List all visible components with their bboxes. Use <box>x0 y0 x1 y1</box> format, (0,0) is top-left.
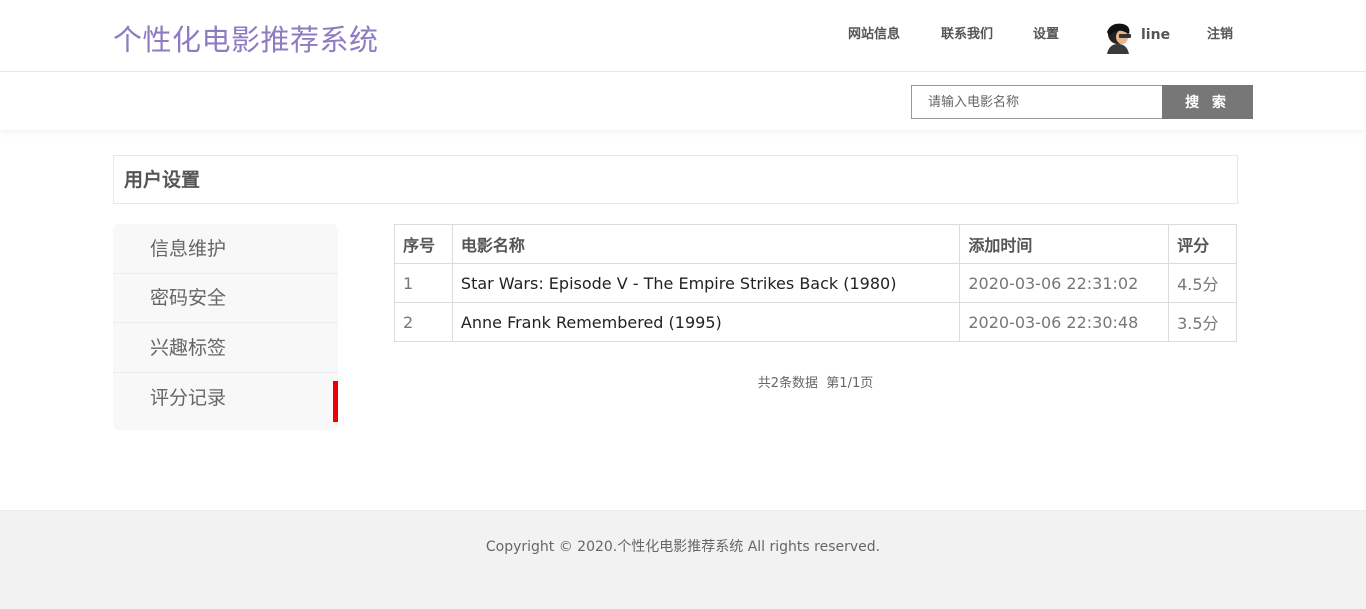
col-header-index: 序号 <box>394 224 453 264</box>
cell-index: 1 <box>394 263 453 303</box>
search-button[interactable]: 搜 索 <box>1162 85 1253 119</box>
menu-item-profile[interactable]: 信息维护 <box>113 224 338 274</box>
ratings-table: 序号 电影名称 添加时间 评分 1 Star Wars: Episode V -… <box>394 224 1237 342</box>
menu-item-interests[interactable]: 兴趣标签 <box>113 323 338 373</box>
cell-rating: 3.5分 <box>1168 302 1237 342</box>
col-header-added: 添加时间 <box>959 224 1170 264</box>
cell-title[interactable]: Star Wars: Episode V - The Empire Strike… <box>451 263 961 303</box>
top-header: 个性化电影推荐系统 网站信息 联系我们 设置 line 注销 <box>0 0 1366 72</box>
col-header-title: 电影名称 <box>451 224 961 264</box>
col-header-rating: 评分 <box>1168 224 1237 264</box>
search-input[interactable] <box>911 85 1163 119</box>
search-bar: 搜 索 <box>0 73 1366 130</box>
cell-index: 2 <box>394 302 453 342</box>
nav-username[interactable]: line <box>1141 20 1170 50</box>
menu-item-password[interactable]: 密码安全 <box>113 273 338 323</box>
nav-contact[interactable]: 联系我们 <box>941 20 993 50</box>
nav-settings[interactable]: 设置 <box>1033 20 1059 50</box>
nav-logout[interactable]: 注销 <box>1207 20 1233 50</box>
nav-site-info[interactable]: 网站信息 <box>848 20 900 50</box>
section-title: 用户设置 <box>113 155 1238 204</box>
cell-rating: 4.5分 <box>1168 263 1237 303</box>
table-row[interactable]: 1 Star Wars: Episode V - The Empire Stri… <box>394 263 1237 303</box>
user-avatar-icon[interactable] <box>1101 20 1135 54</box>
settings-menu: 信息维护 密码安全 兴趣标签 评分记录 <box>113 224 338 430</box>
table-row[interactable]: 2 Anne Frank Remembered (1995) 2020-03-0… <box>394 302 1237 342</box>
copyright-text: Copyright © 2020.个性化电影推荐系统 All rights re… <box>485 539 881 555</box>
pagination-info: 共2条数据 第1/1页 <box>757 376 874 391</box>
cell-added: 2020-03-06 22:31:02 <box>959 263 1170 303</box>
active-menu-indicator <box>333 381 338 422</box>
cell-added: 2020-03-06 22:30:48 <box>959 302 1170 342</box>
table-header-row: 序号 电影名称 添加时间 评分 <box>394 224 1237 264</box>
cell-title[interactable]: Anne Frank Remembered (1995) <box>451 302 961 342</box>
footer: Copyright © 2020.个性化电影推荐系统 All rights re… <box>0 510 1366 609</box>
menu-item-ratings[interactable]: 评分记录 <box>113 373 338 423</box>
site-title[interactable]: 个性化电影推荐系统 <box>113 20 379 60</box>
